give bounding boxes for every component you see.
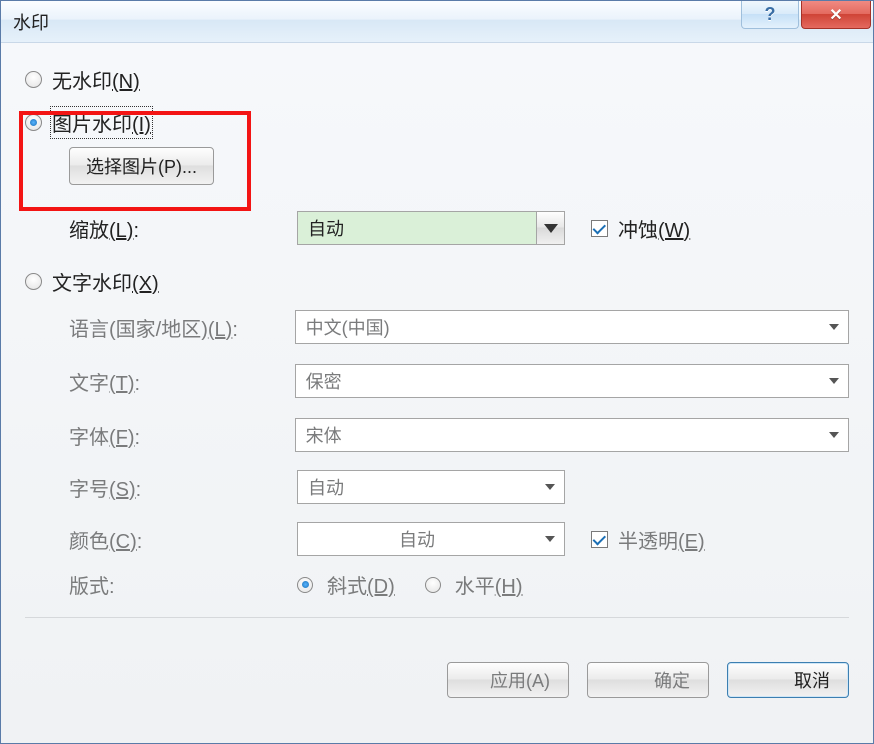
chevron-down-icon: [829, 378, 839, 384]
radio-text-watermark-row[interactable]: 文字水印(X): [25, 267, 849, 296]
font-dropdown-arrow[interactable]: [820, 419, 848, 451]
dialog-footer: 应用(A) 确定 取消: [25, 640, 849, 698]
scale-combo[interactable]: 自动: [297, 211, 565, 245]
size-value: 自动: [298, 474, 536, 500]
language-label: 语言(国家/地区)(L):: [69, 313, 295, 342]
chevron-down-icon: [545, 484, 555, 490]
select-picture-row: 选择图片(P)...: [69, 147, 849, 185]
window-title: 水印: [13, 9, 49, 35]
size-row: 字号(S): 自动: [25, 470, 849, 504]
color-combo[interactable]: 自动: [297, 522, 565, 556]
scale-value: 自动: [298, 215, 536, 241]
layout-row: 版式: 斜式(D) 水平(H): [25, 570, 849, 599]
apply-button[interactable]: 应用(A): [447, 662, 569, 698]
cancel-button[interactable]: 取消: [727, 662, 849, 698]
help-icon: ?: [765, 4, 776, 25]
radio-no-watermark-label: 无水印(N): [52, 65, 140, 94]
radio-horizontal-label: 水平(H): [455, 570, 523, 599]
select-picture-button[interactable]: 选择图片(P)...: [69, 147, 214, 185]
close-icon: ✕: [829, 5, 842, 25]
watermark-dialog: 水印 ? ✕ 无水印(N) 图片水印(I) 选择图片(P): [0, 0, 874, 744]
text-row: 文字(T): 保密: [25, 364, 849, 398]
color-row: 颜色(C): 自动 半透明(E): [25, 522, 849, 556]
dialog-body: 无水印(N) 图片水印(I) 选择图片(P)... 缩放(L): 自动: [1, 43, 873, 743]
scale-dropdown-arrow[interactable]: [536, 212, 564, 244]
size-combo[interactable]: 自动: [297, 470, 565, 504]
footer-divider: [25, 617, 849, 618]
apply-button-label: 应用(A): [490, 667, 550, 693]
color-value: 自动: [298, 526, 536, 552]
help-button[interactable]: ?: [741, 1, 799, 29]
radio-text-watermark-label: 文字水印(X): [52, 267, 159, 296]
color-dropdown-arrow[interactable]: [536, 523, 564, 555]
size-dropdown-arrow[interactable]: [536, 471, 564, 503]
cancel-button-label: 取消: [794, 667, 830, 693]
close-button[interactable]: ✕: [801, 1, 871, 29]
font-combo[interactable]: 宋体: [295, 418, 849, 452]
scale-row: 缩放(L): 自动 冲蚀(W): [25, 211, 849, 245]
radio-diagonal[interactable]: [297, 577, 313, 593]
radio-picture-watermark[interactable]: [25, 114, 42, 131]
radio-text-watermark[interactable]: [25, 273, 42, 290]
text-dropdown-arrow[interactable]: [820, 365, 848, 397]
radio-picture-watermark-label: 图片水印(I): [52, 108, 151, 137]
size-label: 字号(S):: [69, 473, 297, 502]
color-label: 颜色(C):: [69, 525, 297, 554]
chevron-down-icon: [829, 324, 839, 330]
text-combo[interactable]: 保密: [295, 364, 849, 398]
titlebar-buttons: ? ✕: [741, 1, 873, 31]
text-label: 文字(T):: [69, 367, 295, 396]
select-picture-button-label: 选择图片(P)...: [86, 153, 197, 179]
radio-picture-watermark-row[interactable]: 图片水印(I): [25, 108, 849, 137]
washout-checkbox[interactable]: [591, 220, 608, 237]
language-dropdown-arrow[interactable]: [820, 311, 848, 343]
language-combo[interactable]: 中文(中国): [295, 310, 849, 344]
chevron-down-icon: [829, 432, 839, 438]
radio-no-watermark-row[interactable]: 无水印(N): [25, 65, 849, 94]
semitransparent-label: 半透明(E): [618, 525, 705, 554]
font-value: 宋体: [296, 422, 820, 448]
text-value: 保密: [296, 368, 820, 394]
layout-options: 斜式(D) 水平(H): [297, 570, 523, 599]
font-row: 字体(F): 宋体: [25, 418, 849, 452]
titlebar: 水印 ? ✕: [1, 1, 873, 43]
layout-label: 版式:: [69, 570, 297, 599]
radio-no-watermark[interactable]: [25, 71, 42, 88]
radio-horizontal[interactable]: [425, 577, 441, 593]
language-row: 语言(国家/地区)(L): 中文(中国): [25, 310, 849, 344]
chevron-down-icon: [545, 536, 555, 542]
radio-diagonal-label: 斜式(D): [327, 570, 395, 599]
font-label: 字体(F):: [69, 421, 295, 450]
washout-label: 冲蚀(W): [618, 214, 690, 243]
semitransparent-checkbox[interactable]: [591, 531, 608, 548]
ok-button[interactable]: 确定: [587, 662, 709, 698]
chevron-down-icon: [544, 224, 558, 233]
ok-button-label: 确定: [654, 667, 690, 693]
scale-label: 缩放(L):: [69, 214, 297, 243]
language-value: 中文(中国): [296, 314, 820, 340]
